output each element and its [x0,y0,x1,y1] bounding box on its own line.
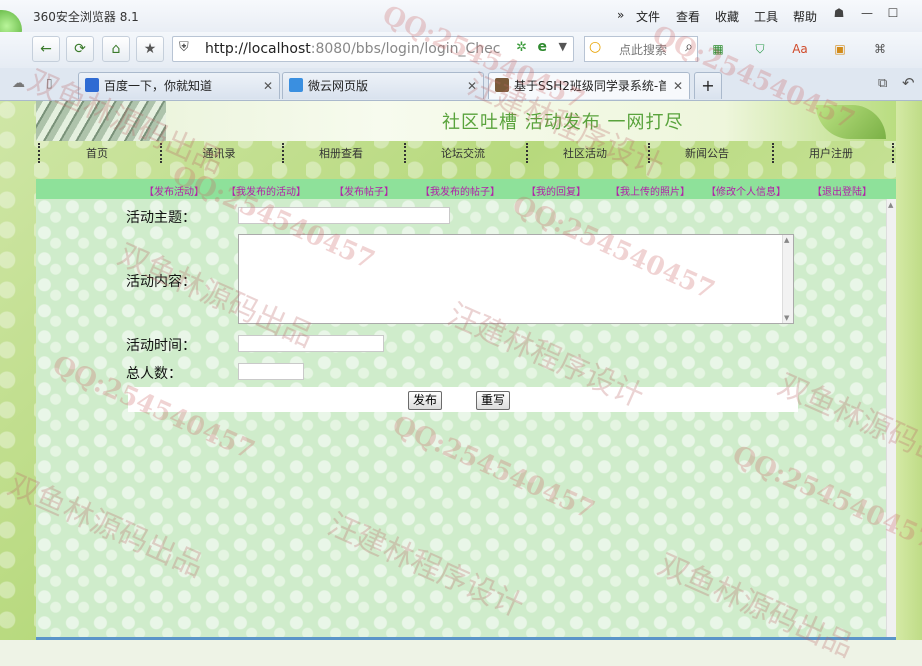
translate-icon[interactable]: Aa [792,42,808,58]
back-button[interactable]: ← [32,36,60,62]
menu-help[interactable]: 帮助 [793,8,817,25]
scroll-up-icon[interactable]: ▲ [888,201,893,209]
count-input[interactable] [238,363,304,380]
cloud-icon[interactable]: ☁ [12,76,25,91]
tab-bar: ☁ ▯ 百度一下，你就知道 ✕ 微云网页版 ✕ 基于SSH2班级同学录系统-首页… [0,68,922,101]
user-action-bar: 【发布活动】 【我发布的活动】 【发布帖子】 【我发布的帖子】 【我的回复】 【… [36,179,896,199]
time-label: 活动时间： [126,338,196,354]
action-my-activities[interactable]: 【我发布的活动】 [226,183,306,198]
screenshot-icon[interactable]: ▣ [832,42,848,58]
tab-label: 微云网页版 [308,79,369,93]
new-tab-button[interactable]: + [694,72,722,99]
baidu-icon [85,78,99,92]
refresh-button[interactable]: ⟳ [66,36,94,62]
tab-weiyun[interactable]: 微云网页版 ✕ [282,72,484,99]
reset-button[interactable]: 重写 [476,391,511,410]
subject-label: 活动主题： [126,210,196,226]
search-input[interactable]: 点此搜索 [619,41,667,58]
nav-news[interactable]: 新闻公告 [646,145,768,161]
url-text[interactable]: http://localhost:8080/bbs/login/login_Ch… [205,41,500,57]
action-logout[interactable]: 【退出登陆】 [812,183,872,198]
ie-engine-icon[interactable]: e [538,39,548,55]
action-edit-profile[interactable]: 【修改个人信息】 [706,183,786,198]
menu-arrow-icon[interactable]: » [617,8,624,22]
chevron-down-icon[interactable]: ▼ [559,40,567,53]
leaf-icon [816,105,886,139]
time-input[interactable] [238,335,384,352]
content-label: 活动内容： [126,274,196,290]
tab-label: 基于SSH2班级同学录系统-首页 [514,79,666,93]
favorite-button[interactable]: ★ [136,36,164,62]
menu-file[interactable]: 文件 [636,8,660,25]
browser-title-bar: 360安全浏览器 8.1 » 文件 查看 收藏 工具 帮助 ☗ — ☐ [0,0,922,50]
action-my-replies[interactable]: 【我的回复】 [526,183,586,198]
gamepad-icon[interactable]: ⌘ [872,42,888,58]
close-icon[interactable]: ✕ [673,73,683,99]
content-textarea[interactable]: ▲ ▼ [238,234,794,324]
subject-input[interactable] [238,207,450,224]
scroll-down-icon[interactable]: ▼ [784,314,789,322]
browser-title: 360安全浏览器 8.1 [33,10,139,24]
plus-icon: + [701,76,715,95]
address-toolbar: ← ⟳ ⌂ ★ ⛨ http://localhost:8080/bbs/logi… [0,32,922,69]
nav-register[interactable]: 用户注册 [770,145,892,161]
action-my-threads[interactable]: 【我发布的帖子】 [420,183,500,198]
menu-tools[interactable]: 工具 [754,8,778,25]
nav-forum[interactable]: 论坛交流 [402,145,524,161]
site-nav: 首页 通讯录 相册查看 论坛交流 社区活动 新闻公告 用户注册 [36,141,896,165]
home-icon: ⌂ [111,41,121,57]
site-slogan: 社区吐槽 活动发布 一网打尽 [442,112,684,133]
search-icon[interactable]: ⌕ [685,39,693,55]
app-grid-icon[interactable]: ▦ [710,42,726,58]
banner-art [36,101,166,141]
count-label: 总人数： [126,366,182,382]
tab-label: 百度一下，你就知道 [104,79,213,93]
action-my-photos[interactable]: 【我上传的照片】 [610,183,690,198]
security-icon[interactable]: ⛉ [752,42,768,58]
shield-icon: ⛨ [179,40,189,55]
site-banner: 社区吐槽 活动发布 一网打尽 [36,101,896,141]
tab-list-icon[interactable]: ⧉ [878,76,887,91]
address-bar[interactable]: ⛨ http://localhost:8080/bbs/login/login_… [172,36,574,62]
back-arrow-icon: ← [40,41,52,57]
undo-close-icon[interactable]: ↶ [902,74,915,92]
close-icon[interactable]: ✕ [467,73,477,99]
site-favicon-icon [495,78,509,92]
activity-form: 活动主题： 活动内容： ▲ ▼ 活动时间： 总人数： 发布 重写 [36,199,886,640]
action-post-thread[interactable]: 【发布帖子】 [334,183,394,198]
search-engine-icon[interactable]: ○ [589,39,601,55]
star-icon: ★ [143,41,157,57]
form-button-row: 发布 重写 [128,387,798,412]
minimize-button[interactable]: — [858,6,876,20]
home-button[interactable]: ⌂ [102,36,130,62]
weiyun-icon [289,78,303,92]
mobile-icon[interactable]: ▯ [46,76,53,90]
scroll-up-icon[interactable]: ▲ [784,236,789,244]
menu-favorites[interactable]: 收藏 [715,8,739,25]
menu-view[interactable]: 查看 [676,8,700,25]
textarea-scrollbar[interactable]: ▲ ▼ [782,235,793,323]
submit-button[interactable]: 发布 [408,391,443,410]
skin-icon[interactable]: ☗ [830,6,848,20]
nav-separator [892,143,894,163]
nav-album[interactable]: 相册查看 [280,145,402,161]
nav-home[interactable]: 首页 [36,145,158,161]
refresh-icon: ⟳ [74,41,86,57]
nav-activities[interactable]: 社区活动 [524,145,646,161]
gear-icon[interactable]: ✲ [516,40,527,55]
tab-baidu[interactable]: 百度一下，你就知道 ✕ [78,72,280,99]
tab-classmates-home[interactable]: 基于SSH2班级同学录系统-首页 ✕ [488,72,690,99]
close-icon[interactable]: ✕ [263,73,273,99]
page-decoration [896,101,922,640]
maximize-button[interactable]: ☐ [884,6,902,20]
nav-address-book[interactable]: 通讯录 [158,145,280,161]
search-box[interactable]: ○ 点此搜索 ⌕ [584,36,698,62]
page-viewport: 社区吐槽 活动发布 一网打尽 首页 通讯录 相册查看 论坛交流 社区活动 新闻公… [0,101,922,640]
action-post-activity[interactable]: 【发布活动】 [144,183,204,198]
